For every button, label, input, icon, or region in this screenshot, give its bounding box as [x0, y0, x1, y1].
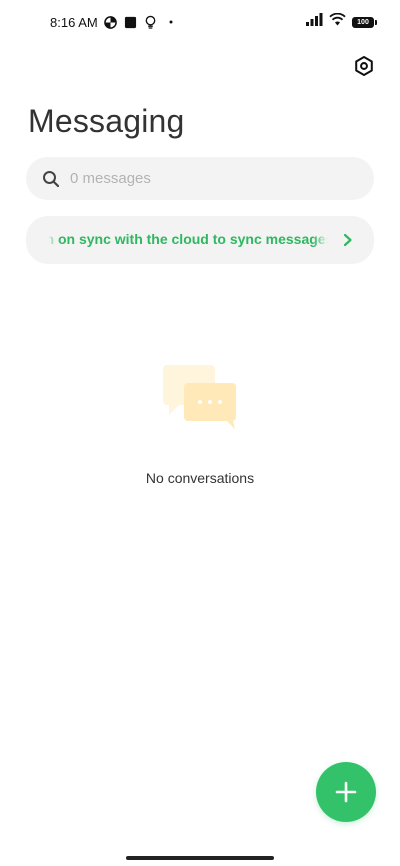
page-title: Messaging — [28, 103, 185, 139]
sync-banner[interactable]: Turn on sync with the cloud to sync mess… — [26, 216, 374, 264]
search-input[interactable] — [68, 169, 352, 188]
status-bar: 8:16 AM 100 — [0, 0, 400, 44]
sync-banner-text: Turn on sync with the cloud to sync mess… — [48, 231, 328, 247]
lightbulb-icon — [144, 15, 158, 29]
battery-icon: 100 — [352, 16, 377, 28]
status-right: 100 — [306, 12, 377, 31]
search-bar[interactable] — [26, 157, 374, 200]
data-saver-icon — [104, 15, 118, 29]
signal-icon — [306, 13, 323, 31]
sync-text-container: Turn on sync with the cloud to sync mess… — [48, 231, 328, 249]
status-time: 8:16 AM — [50, 14, 98, 30]
gesture-navigation-bar[interactable] — [126, 856, 274, 860]
battery-level: 100 — [357, 18, 369, 26]
status-left: 8:16 AM — [50, 15, 178, 30]
new-conversation-button[interactable] — [316, 762, 376, 822]
settings-button[interactable] — [352, 54, 376, 78]
square-notification-icon — [124, 15, 138, 29]
plus-icon — [335, 781, 357, 803]
chat-bubbles-icon — [161, 363, 239, 431]
chevron-right-icon — [342, 233, 354, 247]
empty-state-message: No conversations — [145, 470, 255, 486]
dot-icon — [164, 15, 178, 29]
search-icon — [42, 170, 60, 188]
settings-hexagon-icon — [355, 56, 373, 76]
wifi-icon — [329, 12, 346, 31]
